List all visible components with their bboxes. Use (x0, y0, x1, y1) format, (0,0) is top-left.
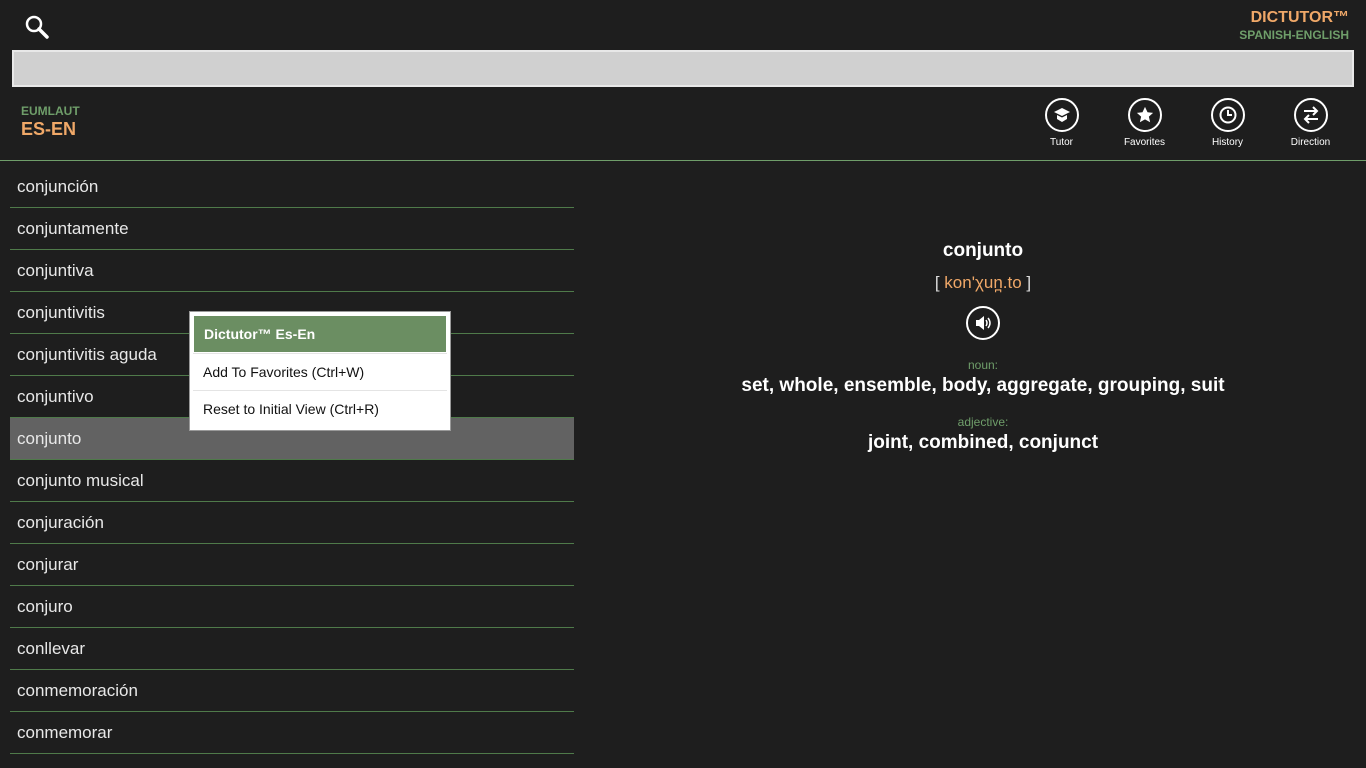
direction-label: Direction (1290, 137, 1331, 148)
pron-open: [ (934, 273, 940, 292)
tutor-label: Tutor (1050, 137, 1073, 148)
app-brand: DICTUTOR™ SPANISH-ENGLISH (1239, 9, 1349, 42)
context-menu: Dictutor™ Es-En Add To Favorites (Ctrl+W… (189, 311, 451, 431)
entry-detail: conjunto [ kon'χun̪.to ] noun: set, whol… (600, 240, 1366, 454)
dictionary-label: EUMLAUT ES-EN (21, 104, 80, 140)
pos-label: noun: (967, 358, 999, 372)
word-list-item[interactable]: conjuntiva (10, 250, 574, 292)
swap-arrows-icon (1293, 98, 1328, 132)
pronunciation: [ kon'χun̪.to ] (600, 273, 1366, 293)
app-subtitle: SPANISH-ENGLISH (1239, 28, 1349, 42)
tutor-button[interactable]: Tutor (1020, 98, 1103, 148)
history-button[interactable]: History (1186, 98, 1269, 148)
header-divider (0, 160, 1366, 161)
word-list-item[interactable]: conjuntamente (10, 208, 574, 250)
add-to-favorites-menu-item[interactable]: Add To Favorites (Ctrl+W) (193, 353, 447, 390)
word-list-item[interactable]: conjurar (10, 544, 574, 586)
speaker-icon[interactable] (966, 306, 1000, 340)
word-list[interactable]: conjunción conjuntamente conjuntiva conjunt… (10, 166, 574, 754)
star-icon (1127, 98, 1162, 132)
word-list-item[interactable]: conllevar (10, 628, 574, 670)
menu-header[interactable]: Dictutor™ Es-En (193, 315, 447, 353)
search-icon[interactable] (24, 14, 50, 40)
translations: joint, combined, conjunct (867, 432, 1099, 453)
word-list-item[interactable]: conjunto musical (10, 460, 574, 502)
entry-word: conjunto (942, 240, 1024, 261)
favorites-button[interactable]: Favorites (1103, 98, 1186, 148)
word-list-item[interactable]: conmemorar (10, 712, 574, 754)
word-list-item[interactable]: conmemoración (10, 670, 574, 712)
app-title: DICTUTOR™ (1250, 9, 1349, 26)
search-input[interactable] (12, 50, 1354, 87)
history-icon (1210, 98, 1245, 132)
pos-label: adjective: (957, 415, 1009, 429)
pron-close: ] (1026, 273, 1032, 292)
graduation-cap-icon (1044, 98, 1079, 132)
word-list-item[interactable]: conjunción (10, 166, 574, 208)
direction-button[interactable]: Direction (1269, 98, 1352, 148)
history-label: History (1211, 137, 1244, 148)
word-list-item[interactable]: conjuración (10, 502, 574, 544)
toolbar: Tutor Favorites History Direction (1020, 98, 1352, 148)
reset-view-menu-item[interactable]: Reset to Initial View (Ctrl+R) (193, 390, 447, 427)
pronunciation-text: kon'χun̪.to (944, 273, 1022, 292)
word-list-item[interactable]: conjuro (10, 586, 574, 628)
favorites-label: Favorites (1123, 137, 1166, 148)
publisher-label: EUMLAUT (21, 104, 80, 118)
translations: set, whole, ensemble, body, aggregate, g… (741, 375, 1225, 396)
language-pair: ES-EN (21, 119, 77, 139)
